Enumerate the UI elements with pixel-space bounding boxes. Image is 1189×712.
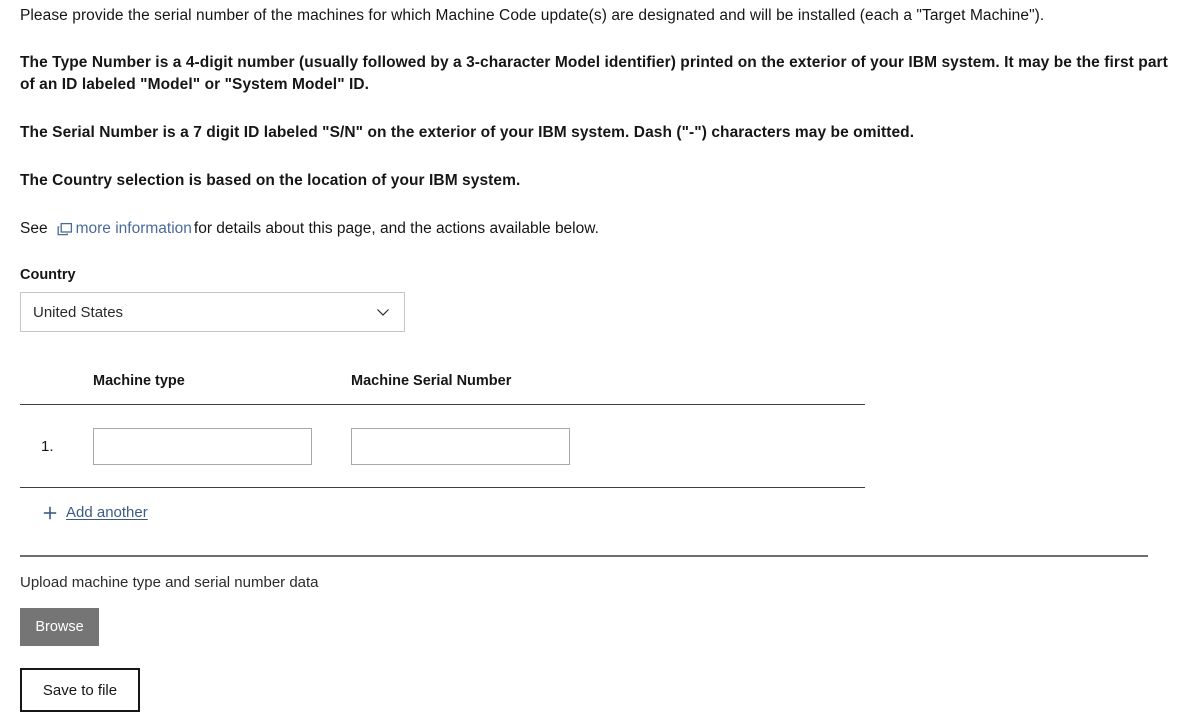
add-another-button[interactable]: Add another — [42, 504, 148, 521]
machines-table-header: Machine type Machine Serial Number — [20, 364, 865, 390]
intro-paragraph-2: The Type Number is a 4-digit number (usu… — [20, 54, 1168, 93]
see-prefix-label: See — [20, 220, 48, 237]
row-index-label: 1. — [41, 437, 54, 455]
save-to-file-button[interactable]: Save to file — [20, 668, 140, 712]
browse-button[interactable]: Browse — [20, 608, 99, 647]
intro-paragraph-4: The Country selection is based on the lo… — [20, 172, 521, 189]
section-divider — [20, 554, 1148, 557]
intro-text-block: Please provide the serial number of the … — [20, 0, 1169, 192]
upload-section-label: Upload machine type and serial number da… — [20, 573, 319, 591]
plus-icon — [42, 505, 58, 521]
country-select[interactable]: United States — [20, 292, 405, 333]
column-header-serial-number: Machine Serial Number — [351, 373, 512, 389]
launch-icon — [56, 221, 74, 239]
machines-table: Machine type Machine Serial Number 1. Ad… — [20, 364, 865, 526]
country-label: Country — [20, 267, 76, 283]
machines-row-rule — [20, 487, 865, 489]
more-information-link[interactable]: more information — [76, 218, 192, 240]
serial-number-cell — [351, 427, 611, 465]
browse-button-row: Browse — [20, 592, 1169, 647]
see-suffix-label: for details about this page, and the act… — [193, 220, 599, 237]
intro-paragraph-1: Please provide the serial number of the … — [20, 7, 1045, 24]
machine-serial-entry-page: Please provide the serial number of the … — [0, 0, 1189, 712]
add-another-label: Add another — [66, 504, 148, 522]
country-select-wrapper: United States — [20, 292, 405, 333]
machine-type-cell — [93, 427, 351, 465]
more-information-line: See more information for details about t… — [20, 218, 1169, 240]
column-header-machine-type: Machine type — [93, 373, 185, 389]
machine-serial-number-input[interactable] — [351, 427, 570, 465]
intro-paragraph-3: The Serial Number is a 7 digit ID labele… — [20, 124, 915, 141]
machine-type-input[interactable] — [93, 427, 312, 465]
save-button-row: Save to file — [20, 646, 1169, 712]
table-row: 1. — [20, 405, 865, 487]
